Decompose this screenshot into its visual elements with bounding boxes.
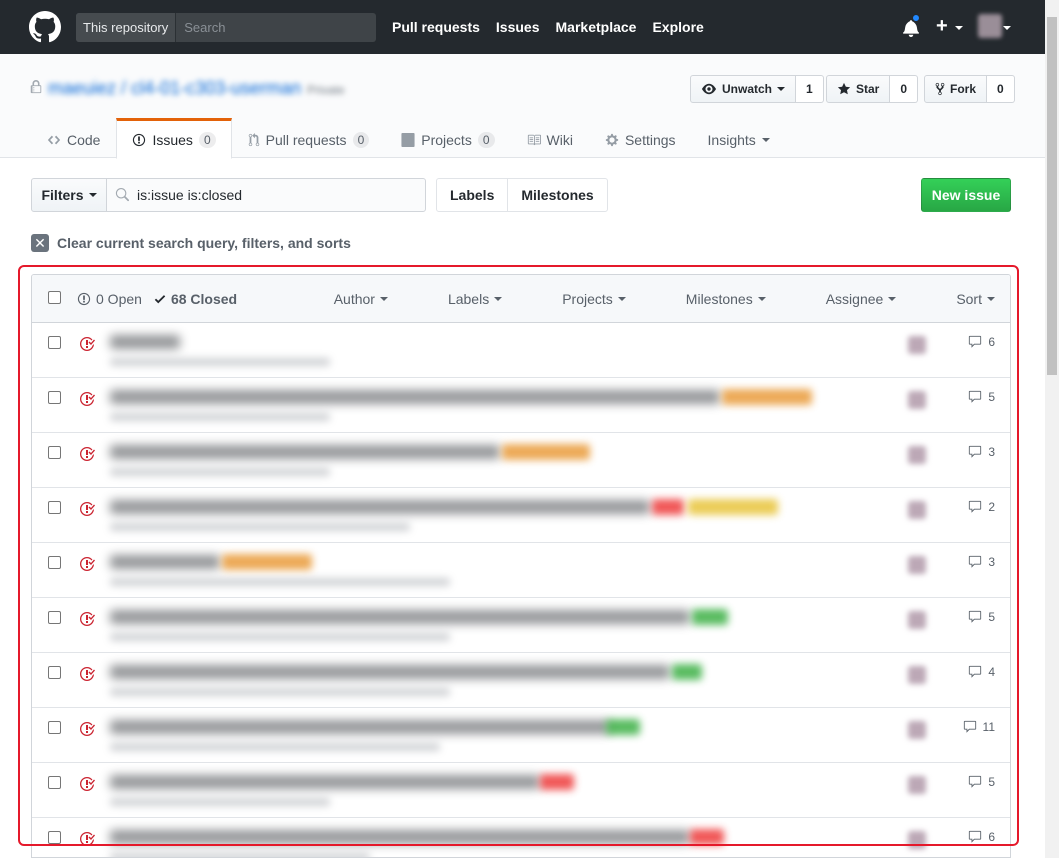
fork-icon [935, 82, 945, 96]
gear-icon [605, 133, 619, 146]
tab-wiki[interactable]: Wiki [511, 118, 589, 159]
global-search[interactable]: This repository Search [76, 13, 376, 42]
issue-opened-icon [133, 133, 146, 146]
nav-pull-requests[interactable]: Pull requests [392, 19, 480, 35]
new-issue-button[interactable]: New issue [921, 178, 1011, 212]
highlight-box [18, 265, 1019, 846]
star-label: Star [856, 82, 880, 96]
tab-pull-requests[interactable]: Pull requests 0 [232, 118, 386, 159]
tab-issues-label: Issues [152, 131, 193, 148]
star-count[interactable]: 0 [890, 75, 919, 103]
tab-settings-label: Settings [624, 131, 676, 148]
notification-dot [912, 14, 920, 22]
fork-button[interactable]: Fork [924, 75, 988, 103]
tab-code-label: Code [67, 131, 101, 148]
tab-code[interactable]: Code [31, 118, 116, 159]
tab-issues-counter: 0 [198, 131, 216, 148]
tab-issues[interactable]: Issues 0 [116, 118, 232, 159]
filters-button[interactable]: Filters [31, 178, 107, 212]
search-scope[interactable]: This repository [76, 13, 177, 42]
search-icon [115, 188, 129, 202]
labels-milestones: Labels Milestones [436, 178, 608, 212]
search-input[interactable]: Search [176, 13, 376, 42]
eye-icon [702, 83, 716, 95]
star-icon [837, 82, 851, 95]
github-logo-icon[interactable] [29, 11, 61, 43]
query-text: is:issue is:closed [137, 187, 243, 203]
top-nav: Pull requests Issues Marketplace Explore [392, 19, 720, 35]
clear-filters-label: Clear current search query, filters, and… [57, 235, 351, 251]
repo-name[interactable]: cl4-01-c303-userman [131, 78, 301, 98]
tab-projects-label: Projects [421, 131, 472, 148]
chevron-down-icon [761, 137, 770, 142]
star-group: Star 0 [826, 75, 919, 103]
fork-count[interactable]: 0 [987, 75, 1015, 103]
scrollbar-thumb[interactable] [1047, 17, 1057, 375]
tab-pull-requests-label: Pull requests [265, 131, 347, 148]
repo-title[interactable]: maeuiez / cl4-01-c303-userman Private [48, 78, 345, 99]
chevron-down-icon [88, 193, 97, 197]
nav-issues[interactable]: Issues [496, 19, 540, 35]
fork-label: Fork [950, 82, 977, 96]
issue-search-input[interactable]: is:issue is:closed [106, 178, 426, 212]
unwatch-button[interactable]: Unwatch [690, 75, 797, 103]
private-label: Private [307, 83, 345, 97]
clear-filters-link[interactable]: ✕ Clear current search query, filters, a… [31, 234, 351, 252]
global-header: This repository Search Pull requests Iss… [0, 0, 1045, 54]
filters-label: Filters [41, 187, 84, 203]
user-avatar[interactable] [978, 14, 1002, 38]
project-icon [401, 132, 415, 147]
repo-owner[interactable]: maeuiez [48, 78, 116, 98]
nav-marketplace[interactable]: Marketplace [556, 19, 637, 35]
nav-explore[interactable]: Explore [652, 19, 703, 35]
tab-insights[interactable]: Insights [692, 118, 786, 159]
lock-icon [30, 80, 42, 94]
tab-pull-requests-counter: 0 [352, 131, 370, 148]
labels-button[interactable]: Labels [437, 179, 507, 211]
create-caret-icon[interactable] [955, 26, 963, 30]
code-icon [47, 135, 61, 144]
repo-header: maeuiez / cl4-01-c303-userman Private Unw… [0, 54, 1045, 159]
star-button[interactable]: Star [826, 75, 891, 103]
book-icon [527, 134, 541, 145]
user-caret-icon[interactable] [1003, 26, 1011, 30]
issue-meta [110, 853, 370, 857]
tab-settings[interactable]: Settings [589, 118, 692, 159]
chevron-down-icon [777, 87, 786, 91]
git-pull-request-icon [248, 132, 259, 146]
tab-projects[interactable]: Projects 0 [385, 118, 510, 159]
close-icon: ✕ [31, 234, 49, 252]
tab-wiki-label: Wiki [546, 131, 573, 148]
repo-nav: Code Issues 0 Pull requests 0 Projects 0… [31, 118, 786, 159]
watch-count[interactable]: 1 [796, 75, 824, 103]
tab-insights-label: Insights [707, 131, 756, 148]
tab-projects-counter: 0 [477, 131, 495, 148]
watch-group: Unwatch 1 [690, 75, 824, 103]
fork-group: Fork 0 [924, 75, 1015, 103]
milestones-button[interactable]: Milestones [507, 179, 606, 211]
plus-icon[interactable]: + [936, 15, 948, 38]
unwatch-label: Unwatch [722, 82, 773, 96]
